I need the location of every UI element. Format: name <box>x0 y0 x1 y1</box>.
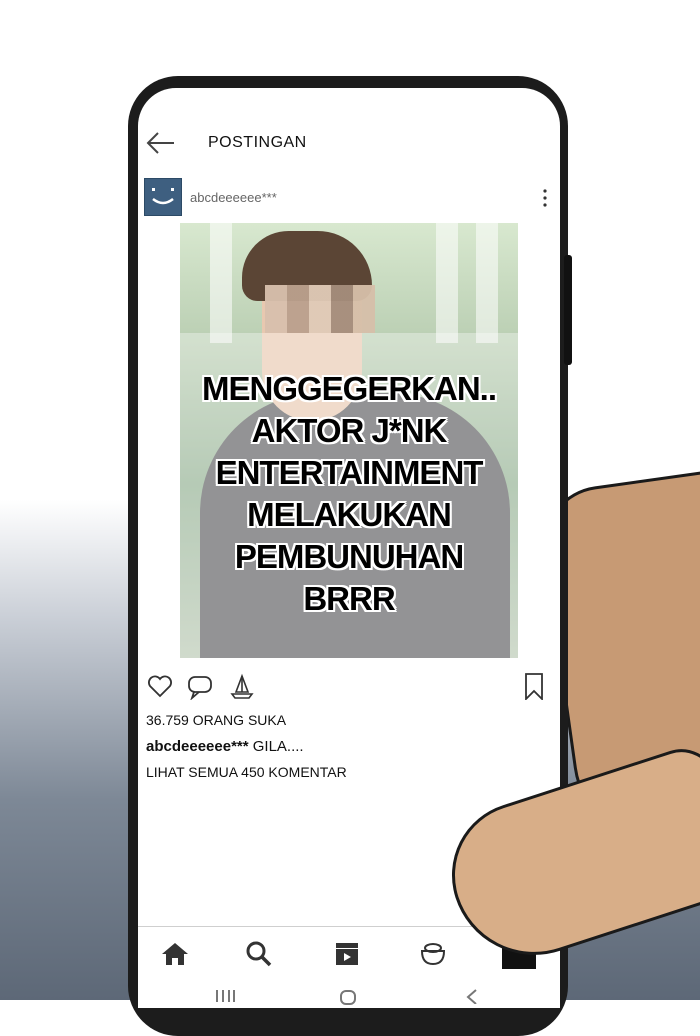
comment-icon[interactable] <box>186 672 214 700</box>
back-arrow-icon[interactable] <box>144 128 178 158</box>
post-headline: MENGGEGERKAN.. AKTOR J*NK ENTERTAINMENT … <box>180 368 518 620</box>
view-all-comments-link[interactable]: LIHAT SEMUA 450 KOMENTAR <box>146 764 347 780</box>
more-vertical-icon[interactable] <box>542 188 548 208</box>
censored-eyes <box>265 285 375 333</box>
headline-line: BRRR <box>303 580 395 617</box>
shop-icon[interactable] <box>416 937 450 971</box>
heart-icon[interactable] <box>146 672 174 700</box>
system-nav-bar <box>138 984 560 1008</box>
post-caption: abcdeeeeee*** GILA.... <box>146 738 304 755</box>
post-image[interactable]: MENGGEGERKAN.. AKTOR J*NK ENTERTAINMENT … <box>180 223 518 658</box>
avatar[interactable] <box>144 178 182 216</box>
post-actions <box>138 670 560 706</box>
caption-username[interactable]: abcdeeeeee*** <box>146 738 249 755</box>
video-icon[interactable] <box>330 937 364 971</box>
smiley-icon <box>152 188 174 205</box>
bookmark-icon[interactable] <box>520 672 548 700</box>
send-icon[interactable] <box>228 672 256 700</box>
background-pillar <box>436 223 458 343</box>
post-header: abcdeeeeee*** <box>138 176 560 218</box>
headline-line: AKTOR J*NK <box>251 412 448 449</box>
post-username[interactable]: abcdeeeeee*** <box>190 190 277 205</box>
home-button-icon[interactable] <box>338 988 358 1006</box>
top-bar: POSTINGAN <box>138 118 560 168</box>
headline-line: PEMBUNUHAN <box>234 538 464 575</box>
phone-side-button <box>564 255 572 365</box>
headline-line: MENGGEGERKAN.. <box>201 370 497 407</box>
recent-apps-icon[interactable] <box>214 988 236 1004</box>
background-pillar <box>210 223 232 343</box>
caption-text: GILA.... <box>248 738 304 755</box>
headline-line: MELAKUKAN <box>247 496 452 533</box>
back-button-icon[interactable] <box>462 988 486 1004</box>
home-icon[interactable] <box>158 937 192 971</box>
headline-line: ENTERTAINMENT <box>215 454 484 491</box>
likes-count[interactable]: 36.759 ORANG SUKA <box>146 712 286 728</box>
page-title: POSTINGAN <box>208 134 307 151</box>
background-pillar <box>476 223 498 343</box>
search-icon[interactable] <box>242 937 276 971</box>
